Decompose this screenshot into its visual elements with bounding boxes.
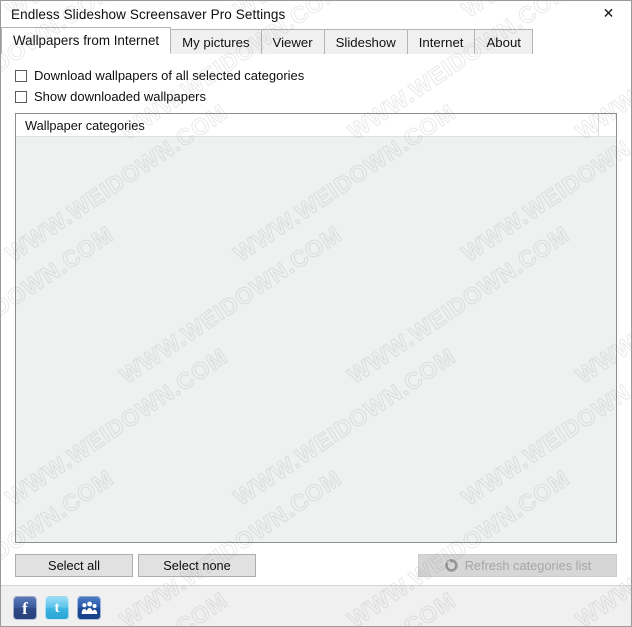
tab-about[interactable]: About bbox=[474, 29, 533, 54]
tab-label: Internet bbox=[418, 34, 464, 50]
checkbox-box[interactable] bbox=[15, 69, 27, 82]
list-header-row: Wallpaper categories bbox=[16, 114, 616, 137]
column-header-wallpaper-categories[interactable]: Wallpaper categories bbox=[16, 118, 598, 133]
refresh-categories-list-button: Refresh categories list bbox=[418, 554, 617, 577]
tab-label: Viewer bbox=[272, 34, 313, 50]
refresh-label: Refresh categories list bbox=[464, 558, 592, 573]
tab-label: My pictures bbox=[182, 34, 250, 50]
checkbox-download-all-selected-categories[interactable]: Download wallpapers of all selected cate… bbox=[15, 68, 304, 83]
settings-window: Endless Slideshow Screensaver Pro Settin… bbox=[0, 0, 632, 627]
twitter-glyph: t bbox=[54, 599, 60, 616]
tab-wallpapers-from-internet[interactable]: Wallpapers from Internet bbox=[1, 27, 172, 54]
close-button[interactable]: ✕ bbox=[586, 1, 631, 27]
facebook-glyph: f bbox=[22, 599, 28, 618]
myspace-people-glyph bbox=[81, 601, 97, 614]
list-body[interactable] bbox=[16, 137, 616, 542]
facebook-icon[interactable]: f bbox=[13, 596, 37, 620]
checkbox-box[interactable] bbox=[15, 90, 27, 103]
close-icon: ✕ bbox=[602, 6, 615, 22]
title-bar: Endless Slideshow Screensaver Pro Settin… bbox=[1, 1, 631, 27]
window-title: Endless Slideshow Screensaver Pro Settin… bbox=[11, 6, 286, 22]
select-none-button[interactable]: Select none bbox=[138, 554, 256, 577]
tab-viewer[interactable]: Viewer bbox=[260, 29, 325, 54]
myspace-icon[interactable] bbox=[77, 596, 101, 620]
footer-bar: f t OK Cancel bbox=[1, 585, 631, 626]
select-all-button[interactable]: Select all bbox=[15, 554, 133, 577]
twitter-icon[interactable]: t bbox=[45, 596, 69, 620]
column-divider[interactable] bbox=[598, 114, 599, 136]
tab-my-pictures[interactable]: My pictures bbox=[170, 29, 262, 54]
select-all-label: Select all bbox=[48, 558, 100, 573]
wallpaper-categories-list[interactable]: Wallpaper categories bbox=[15, 113, 617, 543]
tab-panel-wallpapers-from-internet: Download wallpapers of all selected cate… bbox=[1, 54, 631, 585]
tab-internet[interactable]: Internet bbox=[406, 29, 476, 54]
tab-bar: Wallpapers from Internet My pictures Vie… bbox=[1, 27, 631, 54]
tab-label: About bbox=[486, 34, 521, 50]
checkbox-label: Download wallpapers of all selected cate… bbox=[34, 68, 305, 83]
refresh-icon bbox=[444, 558, 459, 573]
checkbox-label: Show downloaded wallpapers bbox=[34, 89, 207, 104]
checkbox-show-downloaded-wallpapers[interactable]: Show downloaded wallpapers bbox=[15, 89, 206, 104]
tab-slideshow[interactable]: Slideshow bbox=[323, 29, 408, 54]
tab-label: Wallpapers from Internet bbox=[13, 33, 160, 48]
select-none-label: Select none bbox=[163, 558, 231, 573]
tab-label: Slideshow bbox=[335, 34, 396, 50]
